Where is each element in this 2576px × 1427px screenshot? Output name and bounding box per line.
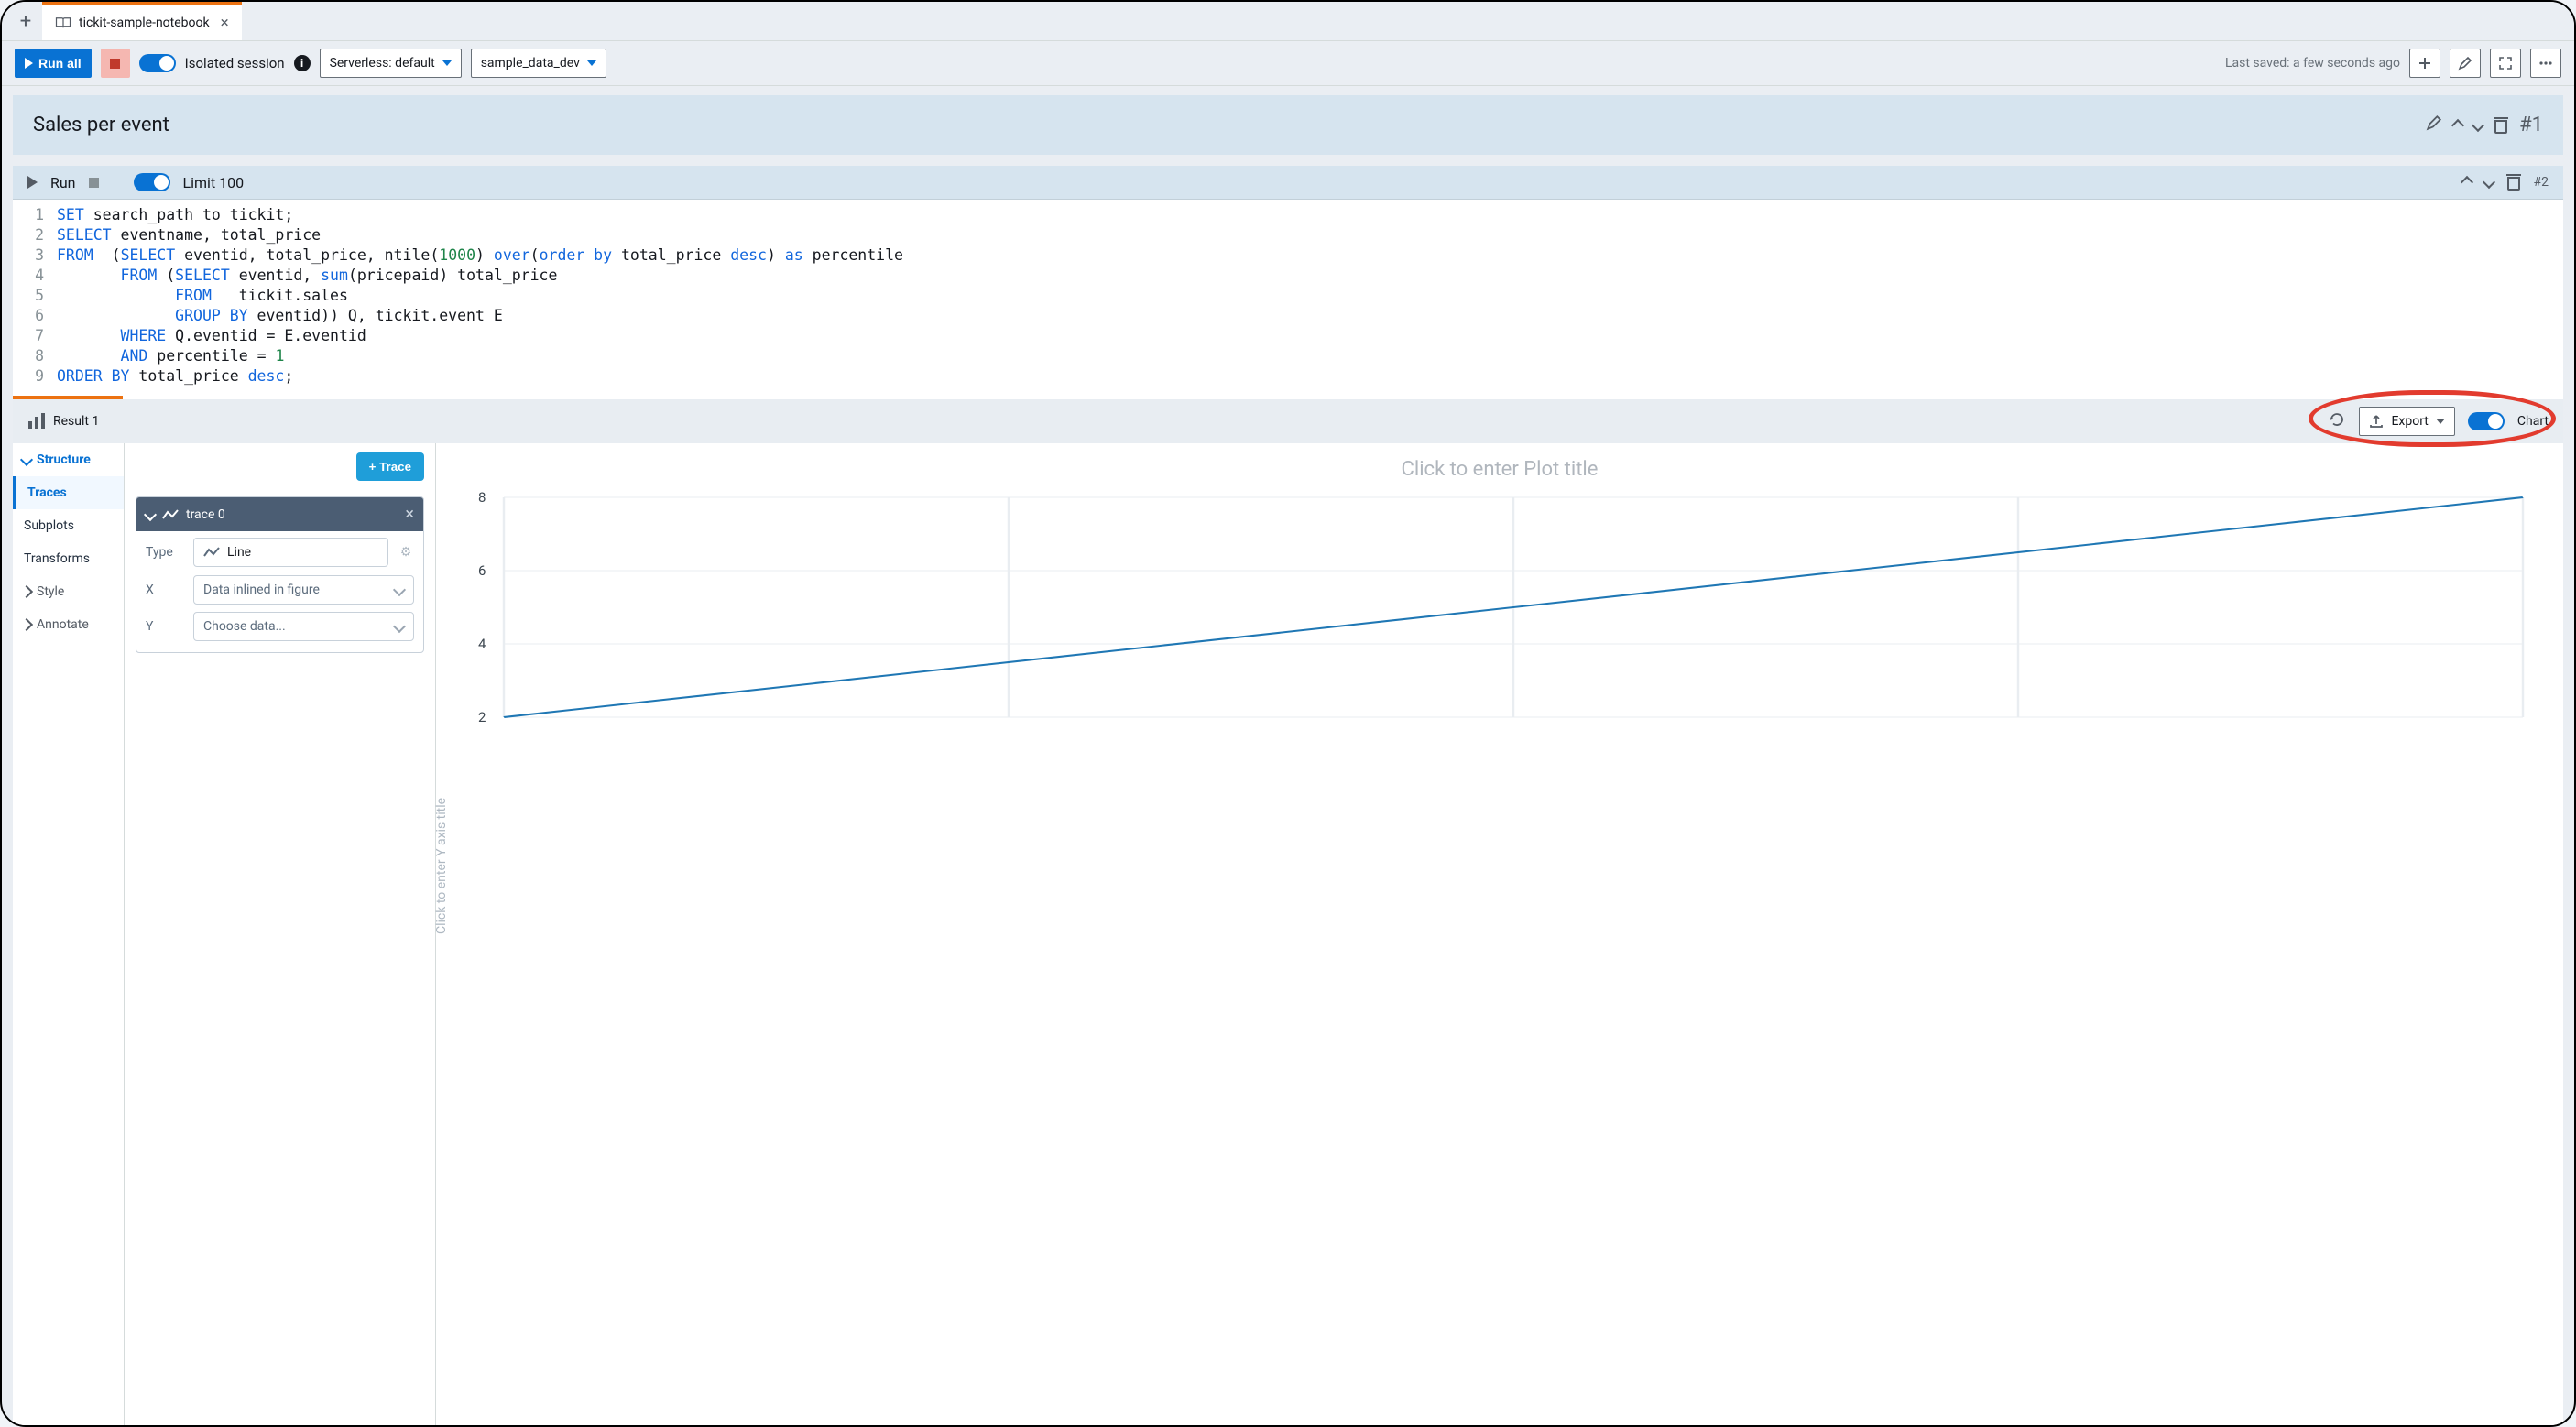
type-select[interactable]: Line <box>193 538 388 567</box>
stop-icon <box>110 59 120 69</box>
edit-cell-icon[interactable] <box>2426 114 2442 136</box>
plot-area[interactable]: Click to enter Plot title Click to enter… <box>436 443 2563 1425</box>
notebook-icon <box>55 16 71 29</box>
move-up-icon[interactable] <box>2460 176 2472 189</box>
sql-cell-toolbar: Run Limit 100 #2 <box>13 166 2563 200</box>
add-cell-button[interactable] <box>2409 49 2440 78</box>
line-icon <box>203 547 220 558</box>
notebook-tab[interactable]: tickit-sample-notebook × <box>42 2 242 40</box>
sql-cell: Run Limit 100 #2 1 2 3 4 5 <box>13 166 2563 1425</box>
result-toolbar: Result 1 Export Chart <box>13 399 2563 443</box>
annotate-group[interactable]: Annotate <box>13 608 124 641</box>
tab-title: tickit-sample-notebook <box>79 16 210 30</box>
limit-label: Limit 100 <box>183 174 245 191</box>
y-tick: 8 <box>478 489 486 506</box>
cluster-select-label: Serverless: default <box>330 56 435 71</box>
line-gutter: 1 2 3 4 5 6 7 8 9 <box>13 205 57 387</box>
gear-icon[interactable]: ⚙ <box>398 537 414 568</box>
play-icon <box>25 58 33 69</box>
stop-all-button[interactable] <box>101 49 130 78</box>
close-tab-icon[interactable]: × <box>217 14 229 32</box>
refresh-icon[interactable] <box>2328 410 2346 432</box>
caret-down-icon <box>2436 419 2445 424</box>
export-label: Export <box>2391 414 2428 429</box>
nav-item-transforms[interactable]: Transforms <box>13 542 124 575</box>
run-all-button[interactable]: Run all <box>15 49 92 78</box>
cell-index: #2 <box>2534 175 2549 190</box>
chart-config-nav: Structure Traces Subplots Transforms Sty… <box>13 443 125 1425</box>
isolated-session-label: Isolated session <box>185 55 285 71</box>
stop-cell-button[interactable] <box>89 178 99 188</box>
run-label: Run <box>50 174 76 191</box>
database-select[interactable]: sample_data_dev <box>471 49 606 78</box>
chart-toggle[interactable] <box>2468 412 2505 430</box>
fullscreen-button[interactable] <box>2490 49 2521 78</box>
more-menu-button[interactable] <box>2530 49 2561 78</box>
y-tick: 4 <box>478 636 486 652</box>
run-all-label: Run all <box>38 56 82 71</box>
code-area[interactable]: SET search_path to tickit; SELECT eventn… <box>57 205 2563 387</box>
plot-svg <box>504 497 2523 717</box>
last-saved-label: Last saved: a few seconds ago <box>2225 56 2400 71</box>
caret-down-icon <box>587 60 596 66</box>
y-axis-title-placeholder[interactable]: Click to enter Y axis title <box>434 798 449 934</box>
nav-item-subplots[interactable]: Subplots <box>13 509 124 542</box>
result-tab-label[interactable]: Result 1 <box>53 414 99 429</box>
move-down-icon[interactable] <box>2472 118 2484 131</box>
info-icon[interactable]: i <box>294 55 311 71</box>
style-group[interactable]: Style <box>13 575 124 608</box>
run-cell-button[interactable] <box>27 176 38 189</box>
y-tick: 2 <box>478 709 486 725</box>
type-label: Type <box>146 545 184 560</box>
move-up-icon[interactable] <box>2451 118 2464 131</box>
limit-toggle[interactable] <box>134 173 170 191</box>
isolated-session-toggle[interactable] <box>139 54 176 72</box>
edit-button[interactable] <box>2450 49 2481 78</box>
x-label: X <box>146 583 184 597</box>
markdown-cell: Sales per event #1 <box>13 95 2563 155</box>
move-down-icon[interactable] <box>2482 176 2494 189</box>
trace-card: trace 0 × Type Line ⚙ <box>136 496 424 653</box>
trace-config-panel: + Trace trace 0 × <box>125 443 436 1425</box>
caret-down-icon <box>442 60 452 66</box>
remove-trace-icon[interactable]: × <box>405 505 414 524</box>
plus-icon: + <box>369 460 380 474</box>
tabs-bar: + tickit-sample-notebook × <box>2 2 2574 40</box>
x-data-select[interactable]: Data inlined in figure <box>193 575 414 605</box>
result-panel: Result 1 Export Chart <box>13 396 2563 1425</box>
y-label: Y <box>146 619 184 634</box>
cell-index: #1 <box>2519 114 2543 136</box>
cluster-select[interactable]: Serverless: default <box>320 49 462 78</box>
cell-title: Sales per event <box>33 114 169 136</box>
sql-editor[interactable]: 1 2 3 4 5 6 7 8 9 SET search_path to tic… <box>13 200 2563 396</box>
structure-group[interactable]: Structure <box>13 443 124 476</box>
trace-name: trace 0 <box>186 507 225 522</box>
chart-toggle-label: Chart <box>2517 414 2549 429</box>
line-icon <box>162 509 179 520</box>
upload-icon <box>2369 414 2384 429</box>
trace-header[interactable]: trace 0 × <box>136 497 423 531</box>
markdown-cell-header: Sales per event #1 <box>13 95 2563 155</box>
export-button[interactable]: Export <box>2359 407 2454 436</box>
database-select-label: sample_data_dev <box>481 56 580 71</box>
delete-cell-icon[interactable] <box>2506 174 2521 191</box>
plot-title-placeholder[interactable]: Click to enter Plot title <box>449 454 2550 497</box>
new-tab-button[interactable]: + <box>9 2 42 40</box>
y-data-select[interactable]: Choose data... <box>193 612 414 641</box>
y-tick: 6 <box>478 562 486 579</box>
notebook-toolbar: Run all Isolated session i Serverless: d… <box>2 40 2574 86</box>
result-icon <box>27 413 46 430</box>
delete-cell-icon[interactable] <box>2494 117 2508 134</box>
add-trace-button[interactable]: + Trace <box>356 452 424 481</box>
nav-item-traces[interactable]: Traces <box>13 476 124 509</box>
result-body: Structure Traces Subplots Transforms Sty… <box>13 443 2563 1425</box>
